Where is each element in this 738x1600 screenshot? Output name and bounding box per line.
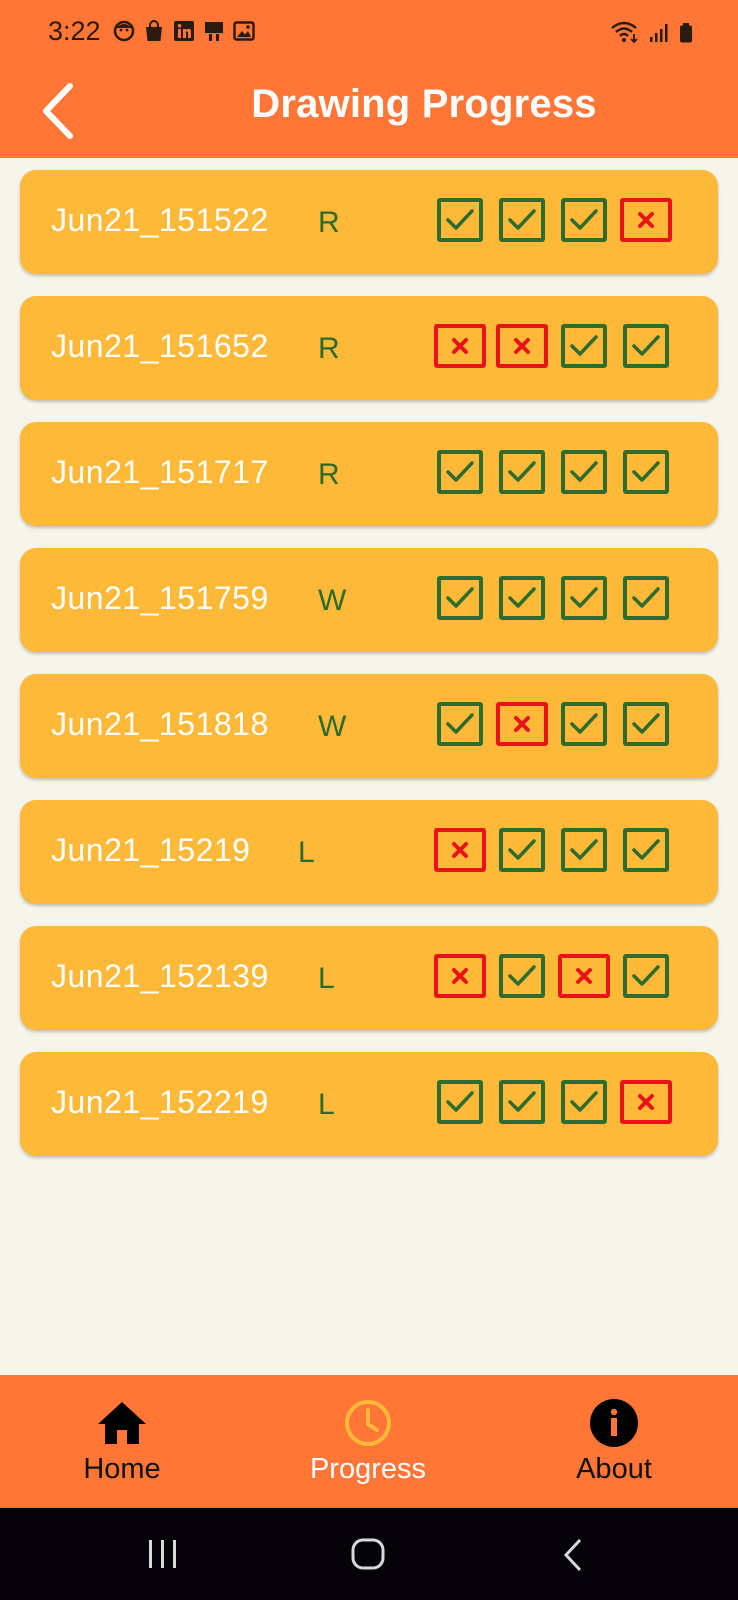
nav-home[interactable]: Home (22, 1397, 222, 1486)
result-boxes (434, 324, 672, 368)
check-icon (561, 450, 607, 494)
check-icon (623, 828, 669, 872)
nav-about[interactable]: About (514, 1397, 714, 1486)
bottom-nav: Home Progress About (0, 1375, 738, 1508)
page-title: Drawing Progress (251, 82, 597, 126)
drawing-side: R (318, 332, 340, 365)
check-icon (437, 1080, 483, 1124)
check-icon (499, 1080, 545, 1124)
cross-icon (496, 702, 548, 746)
progress-row[interactable]: Jun21_15219 L (20, 800, 718, 904)
status-bar: 3:22 (0, 0, 738, 66)
result-boxes (434, 828, 672, 872)
wifi-icon (610, 20, 640, 49)
check-icon (437, 198, 483, 242)
progress-row[interactable]: Jun21_152219 L (20, 1052, 718, 1156)
drawing-side: L (318, 962, 335, 995)
check-icon (499, 198, 545, 242)
status-icons-right (610, 20, 694, 49)
signal-icon (648, 22, 670, 49)
check-icon (561, 828, 607, 872)
clock-icon (345, 1400, 391, 1446)
progress-list: Jun21_151522 R Jun21_151652 R Jun21_151717 R J… (20, 170, 718, 1178)
drawing-side: W (318, 584, 347, 617)
shopping-bag-icon (143, 20, 165, 42)
nav-about-label: About (576, 1453, 652, 1485)
battery-icon (678, 22, 694, 49)
check-icon (499, 828, 545, 872)
drawing-side: L (318, 1088, 335, 1121)
check-icon (561, 576, 607, 620)
recents-icon (149, 1540, 176, 1568)
drawing-side: R (318, 206, 340, 239)
progress-row[interactable]: Jun21_151717 R (20, 422, 718, 526)
info-icon (590, 1399, 638, 1447)
home-circle-icon (351, 1538, 385, 1570)
drawing-name: Jun21_15219 (51, 832, 251, 868)
home-icon (98, 1402, 146, 1444)
drawing-name: Jun21_151717 (51, 454, 269, 490)
system-nav-bar (0, 1508, 738, 1600)
drawing-side: L (298, 836, 315, 869)
nav-progress[interactable]: Progress (268, 1397, 468, 1486)
system-home-button[interactable] (351, 1538, 385, 1575)
check-icon (623, 954, 669, 998)
result-boxes (434, 198, 672, 242)
app-bar: Drawing Progress (0, 66, 738, 158)
cross-icon (434, 954, 486, 998)
image-icon (233, 20, 255, 42)
cross-icon (434, 828, 486, 872)
check-icon (561, 324, 607, 368)
system-back-button[interactable] (562, 1538, 586, 1577)
drawing-name: Jun21_152219 (51, 1084, 269, 1120)
check-icon (499, 954, 545, 998)
face-icon (113, 20, 135, 42)
progress-row[interactable]: Jun21_151652 R (20, 296, 718, 400)
check-icon (437, 576, 483, 620)
result-boxes (434, 576, 672, 620)
linkedin-icon (173, 20, 195, 42)
check-icon (623, 702, 669, 746)
check-icon (561, 198, 607, 242)
check-icon (623, 576, 669, 620)
check-icon (499, 576, 545, 620)
recents-button[interactable] (143, 1538, 183, 1575)
cast-icon (203, 20, 225, 42)
drawing-name: Jun21_151522 (51, 202, 269, 238)
result-boxes (434, 1080, 672, 1124)
drawing-side: W (318, 710, 347, 743)
check-icon (499, 450, 545, 494)
check-icon (623, 324, 669, 368)
cross-icon (620, 198, 672, 242)
drawing-name: Jun21_151818 (51, 706, 269, 742)
progress-row[interactable]: Jun21_151759 W (20, 548, 718, 652)
drawing-name: Jun21_151652 (51, 328, 269, 364)
check-icon (623, 450, 669, 494)
back-icon (563, 1538, 582, 1572)
drawing-name: Jun21_151759 (51, 580, 269, 616)
check-icon (437, 702, 483, 746)
nav-home-label: Home (83, 1453, 161, 1485)
check-icon (561, 1080, 607, 1124)
check-icon (437, 450, 483, 494)
check-icon (561, 702, 607, 746)
progress-row[interactable]: Jun21_151522 R (20, 170, 718, 274)
status-time: 3:22 (48, 16, 101, 46)
drawing-name: Jun21_152139 (51, 958, 269, 994)
cross-icon (620, 1080, 672, 1124)
cross-icon (496, 324, 548, 368)
cross-icon (434, 324, 486, 368)
result-boxes (434, 450, 672, 494)
result-boxes (434, 954, 672, 998)
progress-row[interactable]: Jun21_152139 L (20, 926, 718, 1030)
progress-row[interactable]: Jun21_151818 W (20, 674, 718, 778)
cross-icon (558, 954, 610, 998)
nav-progress-label: Progress (309, 1453, 427, 1485)
status-icons-left (113, 20, 255, 42)
drawing-side: R (318, 458, 340, 491)
result-boxes (434, 702, 672, 746)
